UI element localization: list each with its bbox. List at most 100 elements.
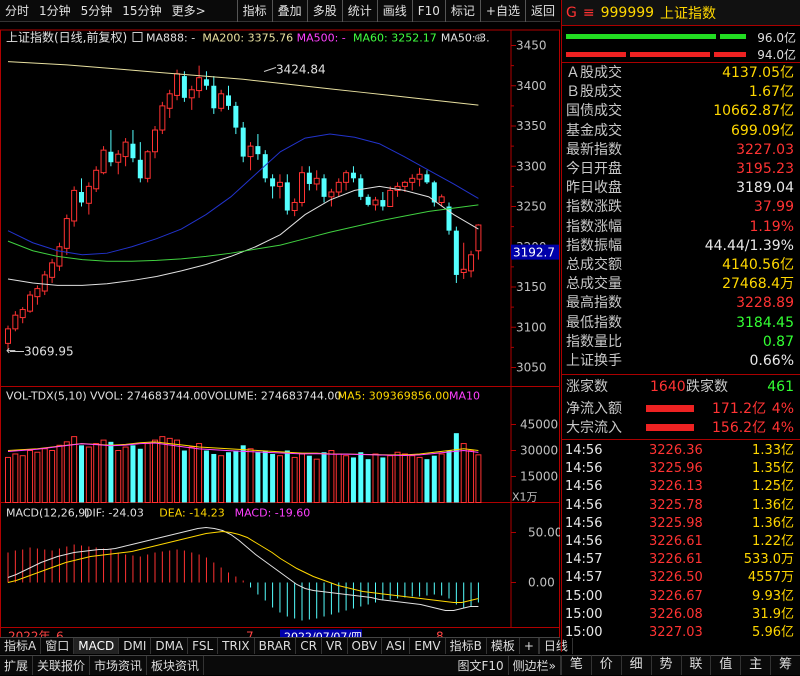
candle[interactable] xyxy=(122,138,129,167)
right-tab-7[interactable]: 筹 xyxy=(770,655,800,675)
candle[interactable] xyxy=(409,174,416,191)
candle[interactable] xyxy=(203,71,209,90)
candle[interactable] xyxy=(299,166,305,207)
candle[interactable] xyxy=(262,150,268,183)
period-4[interactable]: 更多> xyxy=(167,0,211,22)
candle[interactable] xyxy=(19,307,26,324)
candle[interactable] xyxy=(343,170,350,191)
candle[interactable] xyxy=(372,196,379,211)
status-tab-1[interactable]: 关联报价 xyxy=(33,656,91,675)
status-tab-2[interactable]: 市场资讯 xyxy=(90,656,148,675)
candle[interactable] xyxy=(93,166,100,193)
indicator-tab-1[interactable]: 窗口 xyxy=(41,638,75,654)
candle[interactable] xyxy=(115,150,122,175)
status-right-1[interactable]: 侧边栏» xyxy=(509,656,561,675)
candle[interactable] xyxy=(468,250,475,278)
candle[interactable] xyxy=(63,214,70,255)
candle[interactable] xyxy=(79,178,84,207)
indicator-tab-14[interactable]: 模板 xyxy=(487,638,520,654)
candle[interactable] xyxy=(460,242,467,279)
menu-icon[interactable]: ≡ xyxy=(583,5,595,21)
indicator-tab-2[interactable]: MACD xyxy=(74,638,120,654)
candle[interactable] xyxy=(49,258,56,283)
toolbar-btn-1[interactable]: 叠加 xyxy=(271,0,307,22)
indicator-tab-10[interactable]: OBV xyxy=(348,638,383,654)
right-tab-6[interactable]: 主 xyxy=(740,655,770,675)
candle[interactable] xyxy=(108,130,114,167)
candle[interactable] xyxy=(284,174,290,215)
candle[interactable] xyxy=(306,166,312,191)
period-0[interactable]: 分时 xyxy=(0,0,34,22)
candle[interactable] xyxy=(211,76,217,114)
kline-chart[interactable]: 345034003350330032503200315031003050上证指数… xyxy=(0,22,560,652)
candle[interactable] xyxy=(358,174,364,201)
right-tab-1[interactable]: 价 xyxy=(590,655,621,675)
candle[interactable] xyxy=(188,85,195,110)
candle[interactable] xyxy=(41,270,48,296)
status-tab-3[interactable]: 板块资讯 xyxy=(147,656,205,675)
candle[interactable] xyxy=(365,194,371,207)
candle[interactable] xyxy=(181,71,187,102)
indicator-tab-0[interactable]: 指标A xyxy=(0,638,42,654)
candle[interactable] xyxy=(453,226,459,283)
toolbar-btn-5[interactable]: F10 xyxy=(411,0,445,22)
candle[interactable] xyxy=(85,182,92,215)
indicator-tab-8[interactable]: CR xyxy=(296,638,322,654)
toolbar-btn-6[interactable]: 标记 xyxy=(444,0,480,22)
indicator-tab-6[interactable]: TRIX xyxy=(218,638,255,654)
candle[interactable] xyxy=(328,188,335,207)
candle[interactable] xyxy=(240,121,246,163)
candle[interactable] xyxy=(380,192,386,211)
toolbar-btn-3[interactable]: 统计 xyxy=(341,0,377,22)
indicator-tab-5[interactable]: FSL xyxy=(188,638,219,654)
period-3[interactable]: 15分钟 xyxy=(117,0,166,22)
candle[interactable] xyxy=(130,130,136,163)
indicator-tab-4[interactable]: DMA xyxy=(151,638,189,654)
status-right-0[interactable]: 图文F10 xyxy=(453,656,509,675)
candle[interactable] xyxy=(196,65,203,98)
indicator-tab-11[interactable]: ASI xyxy=(382,638,411,654)
toolbar-btn-7[interactable]: +自选 xyxy=(479,0,525,22)
right-tab-5[interactable]: 值 xyxy=(710,655,740,675)
indicator-tab-7[interactable]: BRAR xyxy=(255,638,297,654)
candle[interactable] xyxy=(27,291,34,313)
candle[interactable] xyxy=(446,202,452,235)
candle[interactable] xyxy=(291,198,298,217)
candle[interactable] xyxy=(416,167,423,187)
candle[interactable] xyxy=(71,186,78,227)
candle[interactable] xyxy=(152,126,158,159)
indicator-tab-15[interactable]: + xyxy=(520,638,539,654)
toolbar-btn-4[interactable]: 画线 xyxy=(376,0,412,22)
candle[interactable] xyxy=(321,174,327,203)
toolbar-btn-8[interactable]: 返回 xyxy=(524,0,560,22)
candle[interactable] xyxy=(226,85,231,110)
candle[interactable] xyxy=(313,170,320,191)
candle[interactable] xyxy=(424,170,430,184)
candle[interactable] xyxy=(159,101,166,135)
candle[interactable] xyxy=(34,285,41,305)
candle[interactable] xyxy=(144,150,151,183)
period-1[interactable]: 1分钟 xyxy=(34,0,76,22)
candle[interactable] xyxy=(276,174,283,199)
status-tab-0[interactable]: 扩展 xyxy=(0,656,34,675)
candle[interactable] xyxy=(387,186,394,207)
right-tab-4[interactable]: 联 xyxy=(680,655,711,675)
period-2[interactable]: 5分钟 xyxy=(76,0,118,22)
candle[interactable] xyxy=(247,142,254,171)
candle[interactable] xyxy=(12,311,19,332)
indicator-tab-3[interactable]: DMI xyxy=(119,638,152,654)
right-tab-2[interactable]: 细 xyxy=(620,655,651,675)
toolbar-btn-2[interactable]: 多股 xyxy=(306,0,342,22)
indicator-tab-9[interactable]: VR xyxy=(322,638,348,654)
candle[interactable] xyxy=(431,180,437,207)
candle[interactable] xyxy=(233,101,239,135)
indicator-tab-13[interactable]: 指标B xyxy=(446,638,487,654)
candle[interactable] xyxy=(335,178,342,197)
candle[interactable] xyxy=(255,134,261,160)
right-tab-0[interactable]: 笔 xyxy=(561,655,591,675)
candle[interactable] xyxy=(166,89,173,118)
candle[interactable] xyxy=(350,166,356,183)
right-tab-3[interactable]: 势 xyxy=(650,655,681,675)
candle[interactable] xyxy=(218,89,225,112)
candle[interactable] xyxy=(137,142,143,183)
